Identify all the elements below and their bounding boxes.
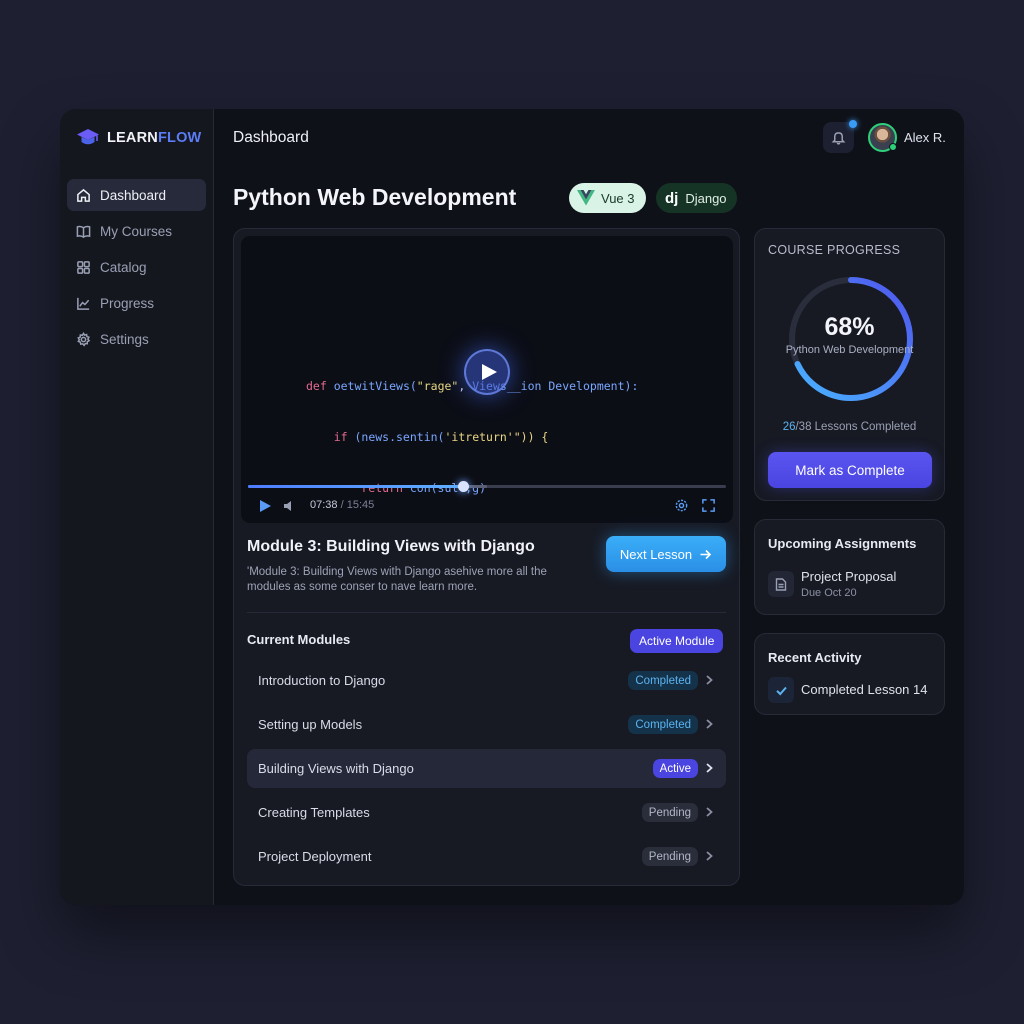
module-name: Introduction to Django	[258, 673, 386, 688]
chevron-right-icon	[706, 719, 713, 729]
divider	[247, 612, 726, 613]
brand-logo[interactable]: LEARNFLOW	[76, 127, 201, 149]
active-module-badge: Active Module	[630, 629, 724, 653]
sidebar-item-settings[interactable]: Settings	[67, 323, 206, 355]
gear-icon	[77, 331, 91, 347]
status-badge: Pending	[641, 803, 698, 822]
tag-label: Django	[685, 190, 727, 206]
home-icon	[77, 188, 90, 202]
graduation-cap-icon	[77, 129, 99, 145]
page-title: Python Web Development	[233, 184, 517, 210]
module-row-creating-templates[interactable]: Creating Templates Pending	[247, 793, 726, 832]
sidebar-nav: Dashboard My Courses Catalog Progress Se…	[67, 179, 206, 359]
sidebar-item-label: Dashboard	[100, 187, 167, 203]
module-row-project-deployment[interactable]: Project Deployment Pending	[247, 837, 726, 876]
topbar-title: Dashboard	[233, 129, 309, 146]
sidebar: LEARNFLOW Dashboard My Courses Catalog P…	[60, 109, 214, 905]
video-seek-bar[interactable]	[248, 481, 726, 492]
document-icon	[768, 571, 794, 597]
app-window: LEARNFLOW Dashboard My Courses Catalog P…	[60, 109, 964, 905]
sidebar-item-label: Settings	[100, 331, 149, 347]
lessons-completed: 26/38 Lessons Completed	[782, 421, 917, 433]
sidebar-item-dashboard[interactable]: Dashboard	[67, 179, 206, 211]
tag-django: dj Django	[656, 183, 737, 213]
sidebar-item-label: Progress	[100, 295, 155, 311]
mark-complete-button[interactable]: Mark as Complete	[768, 452, 932, 488]
play-icon[interactable]	[258, 499, 272, 513]
module-list: Introduction to Django Completed Setting…	[247, 661, 726, 881]
assignment-due: Due Oct 20	[801, 587, 857, 599]
django-logo-icon: dj	[665, 189, 679, 207]
button-label: Next Lesson	[619, 546, 693, 562]
chart-line-icon	[77, 297, 90, 310]
current-modules-heading: Current Modules	[247, 632, 351, 647]
avatar[interactable]	[868, 123, 897, 152]
notification-dot	[849, 120, 857, 128]
play-overlay-button[interactable]	[464, 349, 510, 395]
module-row-building-views[interactable]: Building Views with Django Active	[247, 749, 726, 788]
brand-name: LEARNFLOW	[107, 130, 202, 146]
next-lesson-button[interactable]: Next Lesson	[606, 536, 726, 572]
chevron-right-icon	[706, 807, 713, 817]
status-badge: Completed	[628, 715, 698, 734]
arrow-right-icon	[700, 549, 712, 559]
progress-course-name: Python Web Development	[785, 344, 914, 356]
sidebar-item-my-courses[interactable]: My Courses	[67, 215, 206, 247]
module-row-setting-up-models[interactable]: Setting up Models Completed	[247, 705, 726, 744]
grid-icon	[77, 260, 90, 274]
tag-label: Vue 3	[601, 190, 635, 206]
upcoming-assignments-heading: Upcoming Assignments	[768, 536, 917, 551]
video-time: 07:38 / 15:45	[310, 499, 375, 511]
video-player[interactable]: def oetwitViews("rage", Views__ion Devel…	[241, 236, 733, 523]
user-name[interactable]: Alex R.	[904, 130, 946, 145]
module-row-introduction-to-django[interactable]: Introduction to Django Completed	[247, 661, 726, 700]
progress-percent: 68%	[824, 313, 875, 341]
book-icon	[76, 225, 91, 238]
code-line: if (news.sentin('itreturn'")) {	[306, 430, 549, 444]
settings-gear-icon[interactable]	[674, 498, 689, 513]
tag-vue: Vue 3	[569, 183, 646, 213]
recent-activity-heading: Recent Activity	[768, 650, 862, 665]
chevron-right-icon	[706, 675, 713, 685]
play-icon	[481, 364, 497, 380]
activity-item: Completed Lesson 14	[801, 682, 928, 697]
sidebar-item-catalog[interactable]: Catalog	[67, 251, 206, 283]
module-name: Setting up Models	[258, 717, 363, 732]
course-progress-heading: COURSE PROGRESS	[768, 243, 901, 257]
video-progress-fill	[248, 485, 464, 488]
fullscreen-icon[interactable]	[701, 498, 716, 513]
module-name: Creating Templates	[258, 805, 370, 820]
sidebar-item-progress[interactable]: Progress	[67, 287, 206, 319]
module-description: 'Module 3: Building Views with Django as…	[247, 566, 547, 593]
lesson-card: def oetwitViews("rage", Views__ion Devel…	[233, 228, 740, 886]
status-badge: Active	[652, 759, 698, 778]
check-icon	[768, 677, 794, 703]
status-badge: Pending	[641, 847, 698, 866]
bell-icon	[831, 132, 846, 145]
sidebar-item-label: Catalog	[100, 259, 147, 275]
code-line: return con(sult,g)	[306, 481, 487, 495]
sidebar-item-label: My Courses	[100, 223, 173, 239]
module-name: Project Deployment	[258, 849, 372, 864]
notifications-button[interactable]	[823, 120, 857, 153]
chevron-right-icon	[706, 763, 713, 773]
course-progress-card: COURSE PROGRESS 68% Python Web Developme…	[754, 228, 945, 501]
upcoming-assignments-card: Upcoming Assignments Project Proposal Du…	[754, 519, 945, 615]
module-name: Building Views with Django	[258, 761, 414, 776]
chevron-right-icon	[706, 851, 713, 861]
recent-activity-card: Recent Activity Completed Lesson 14	[754, 633, 945, 715]
online-status-dot	[889, 143, 897, 151]
volume-icon[interactable]	[282, 499, 296, 513]
assignment-name[interactable]: Project Proposal	[801, 569, 896, 584]
status-badge: Completed	[628, 671, 698, 690]
module-title: Module 3: Building Views with Django	[247, 538, 535, 555]
vue-logo-icon	[577, 190, 595, 206]
